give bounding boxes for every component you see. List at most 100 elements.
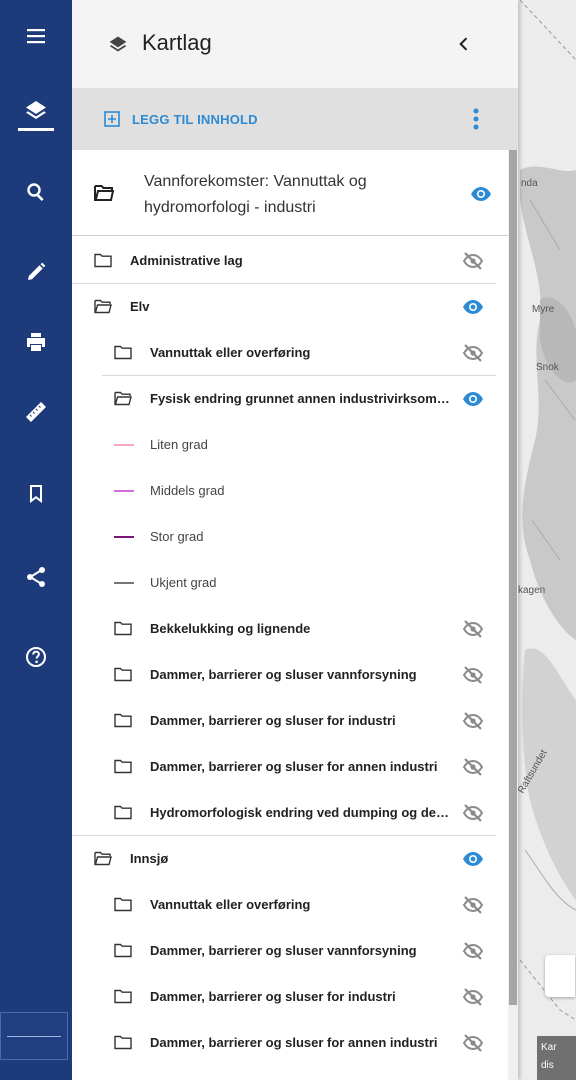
map-control[interactable] <box>545 955 575 997</box>
legend-swatch <box>114 582 134 584</box>
eye-off-icon[interactable] <box>462 757 484 777</box>
share-icon <box>27 567 45 587</box>
navigation-rail <box>0 0 72 1080</box>
layers-icon <box>109 36 127 52</box>
layer-item[interactable]: Vannuttak eller overføring <box>72 882 508 928</box>
layer-item[interactable]: Dammer, barrierer og sluser for industri <box>72 698 508 744</box>
folder-icon <box>114 621 132 636</box>
draw-button[interactable] <box>0 250 72 294</box>
scrollbar-thumb[interactable] <box>509 150 517 1005</box>
legend-label: Ukjent grad <box>150 575 217 590</box>
layer-group-elv[interactable]: Elv <box>72 284 508 330</box>
folder-icon <box>114 713 132 728</box>
layer-item[interactable]: Bekkelukking og lignende <box>72 606 508 652</box>
eye-off-icon[interactable] <box>462 251 484 271</box>
eye-icon[interactable] <box>470 186 492 202</box>
layer-item[interactable]: Hydromorfologisk endring ved dumping og … <box>72 1066 508 1080</box>
map-label: nda <box>521 178 538 189</box>
eye-off-icon[interactable] <box>462 987 484 1007</box>
ruler-icon <box>26 402 46 422</box>
eye-icon[interactable] <box>462 849 484 869</box>
folder-open-icon <box>94 851 112 866</box>
add-box-icon <box>104 111 120 127</box>
layer-label: Dammer, barrierer og sluser for industri <box>150 989 396 1004</box>
layers-panel: Kartlag LEGG TIL INNHOLD Vannforekomster… <box>72 0 518 1080</box>
map-label: kagen <box>518 585 546 596</box>
folder-icon <box>114 805 132 820</box>
map-attribution[interactable]: Kar dis <box>537 1036 576 1080</box>
layer-item[interactable]: Dammer, barrierer og sluser for industri <box>72 974 508 1020</box>
search-icon <box>27 183 44 202</box>
active-indicator <box>18 128 54 131</box>
layer-label: Hydromorfologisk endring ved dumping og … <box>150 805 450 820</box>
layer-item[interactable]: Dammer, barrierer og sluser vannforsynin… <box>72 928 508 974</box>
bookmark-button[interactable] <box>0 472 72 516</box>
layer-item[interactable]: Dammer, barrierer og sluser for annen in… <box>72 1020 508 1066</box>
eye-icon[interactable] <box>462 389 484 409</box>
eye-off-icon[interactable] <box>462 895 484 915</box>
layer-item[interactable]: Hydromorfologisk endring ved dumping og … <box>72 790 508 836</box>
layer-item[interactable]: Fysisk endring grunnet annen industrivir… <box>72 376 508 422</box>
layer-label: Innsjø <box>130 851 169 866</box>
folder-icon <box>94 253 112 268</box>
legend-item[interactable]: Liten grad <box>72 422 508 468</box>
measure-button[interactable] <box>0 390 72 434</box>
layer-label: Dammer, barrierer og sluser for industri <box>150 713 396 728</box>
eye-off-icon[interactable] <box>462 343 484 363</box>
search-button[interactable] <box>0 170 72 214</box>
layer-label: Dammer, barrierer og sluser for annen in… <box>150 1035 438 1050</box>
layers-button[interactable] <box>0 88 72 132</box>
legend-item[interactable]: Middels grad <box>72 468 508 514</box>
basemap-selector[interactable] <box>0 1012 68 1060</box>
print-button[interactable] <box>0 320 72 364</box>
help-button[interactable] <box>0 635 72 679</box>
layer-item[interactable]: Dammer, barrierer og sluser for annen in… <box>72 744 508 790</box>
eye-off-icon[interactable] <box>462 665 484 685</box>
map-label: Myre <box>532 304 555 315</box>
layer-label: Fysisk endring grunnet annen industrivir… <box>150 391 450 406</box>
add-content-button[interactable]: LEGG TIL INNHOLD <box>132 112 258 127</box>
layer-label: Elv <box>130 299 150 314</box>
layer-label: Administrative lag <box>130 253 243 268</box>
layer-group-administrative[interactable]: Administrative lag <box>72 238 508 284</box>
panel-header: Kartlag <box>72 0 518 88</box>
eye-off-icon[interactable] <box>462 803 484 823</box>
eye-icon[interactable] <box>462 297 484 317</box>
eye-off-icon[interactable] <box>462 941 484 961</box>
layer-group-innsjo[interactable]: Innsjø <box>72 836 508 882</box>
share-button[interactable] <box>0 555 72 599</box>
panel-toolbar: LEGG TIL INNHOLD <box>72 88 518 150</box>
main-layer-item[interactable]: Vannforekomster: Vannuttak og hydromorfo… <box>72 150 508 236</box>
layer-label: Dammer, barrierer og sluser vannforsynin… <box>150 943 417 958</box>
folder-icon <box>114 943 132 958</box>
panel-title: Kartlag <box>142 30 212 55</box>
legend-label: Liten grad <box>150 437 208 452</box>
chevron-left-icon[interactable] <box>454 34 474 54</box>
legend-swatch <box>114 490 134 492</box>
folder-icon <box>114 897 132 912</box>
menu-icon <box>27 29 45 44</box>
eye-off-icon[interactable] <box>462 711 484 731</box>
layer-item[interactable]: Dammer, barrierer og sluser vannforsynin… <box>72 652 508 698</box>
main-layer-label: Vannforekomster: Vannuttak og hydromorfo… <box>144 173 367 216</box>
folder-icon <box>114 989 132 1004</box>
map-label: Snok <box>536 362 559 373</box>
folder-open-icon <box>94 185 114 201</box>
more-vertical-icon[interactable] <box>470 106 482 132</box>
eye-off-icon[interactable] <box>462 619 484 639</box>
legend-item[interactable]: Ukjent grad <box>72 560 508 606</box>
help-icon <box>26 647 46 667</box>
menu-button[interactable] <box>0 14 72 58</box>
folder-icon <box>114 345 132 360</box>
folder-icon <box>114 759 132 774</box>
print-icon <box>27 333 45 351</box>
folder-icon <box>114 1035 132 1050</box>
legend-label: Middels grad <box>150 483 225 498</box>
legend-item[interactable]: Stor grad <box>72 514 508 560</box>
layer-label: Dammer, barrierer og sluser for annen in… <box>150 759 438 774</box>
eye-off-icon[interactable] <box>462 1033 484 1053</box>
folder-icon <box>114 667 132 682</box>
layer-label: Vannuttak eller overføring <box>150 897 311 912</box>
folder-open-icon <box>94 299 112 314</box>
layer-item[interactable]: Vannuttak eller overføring <box>72 330 508 376</box>
